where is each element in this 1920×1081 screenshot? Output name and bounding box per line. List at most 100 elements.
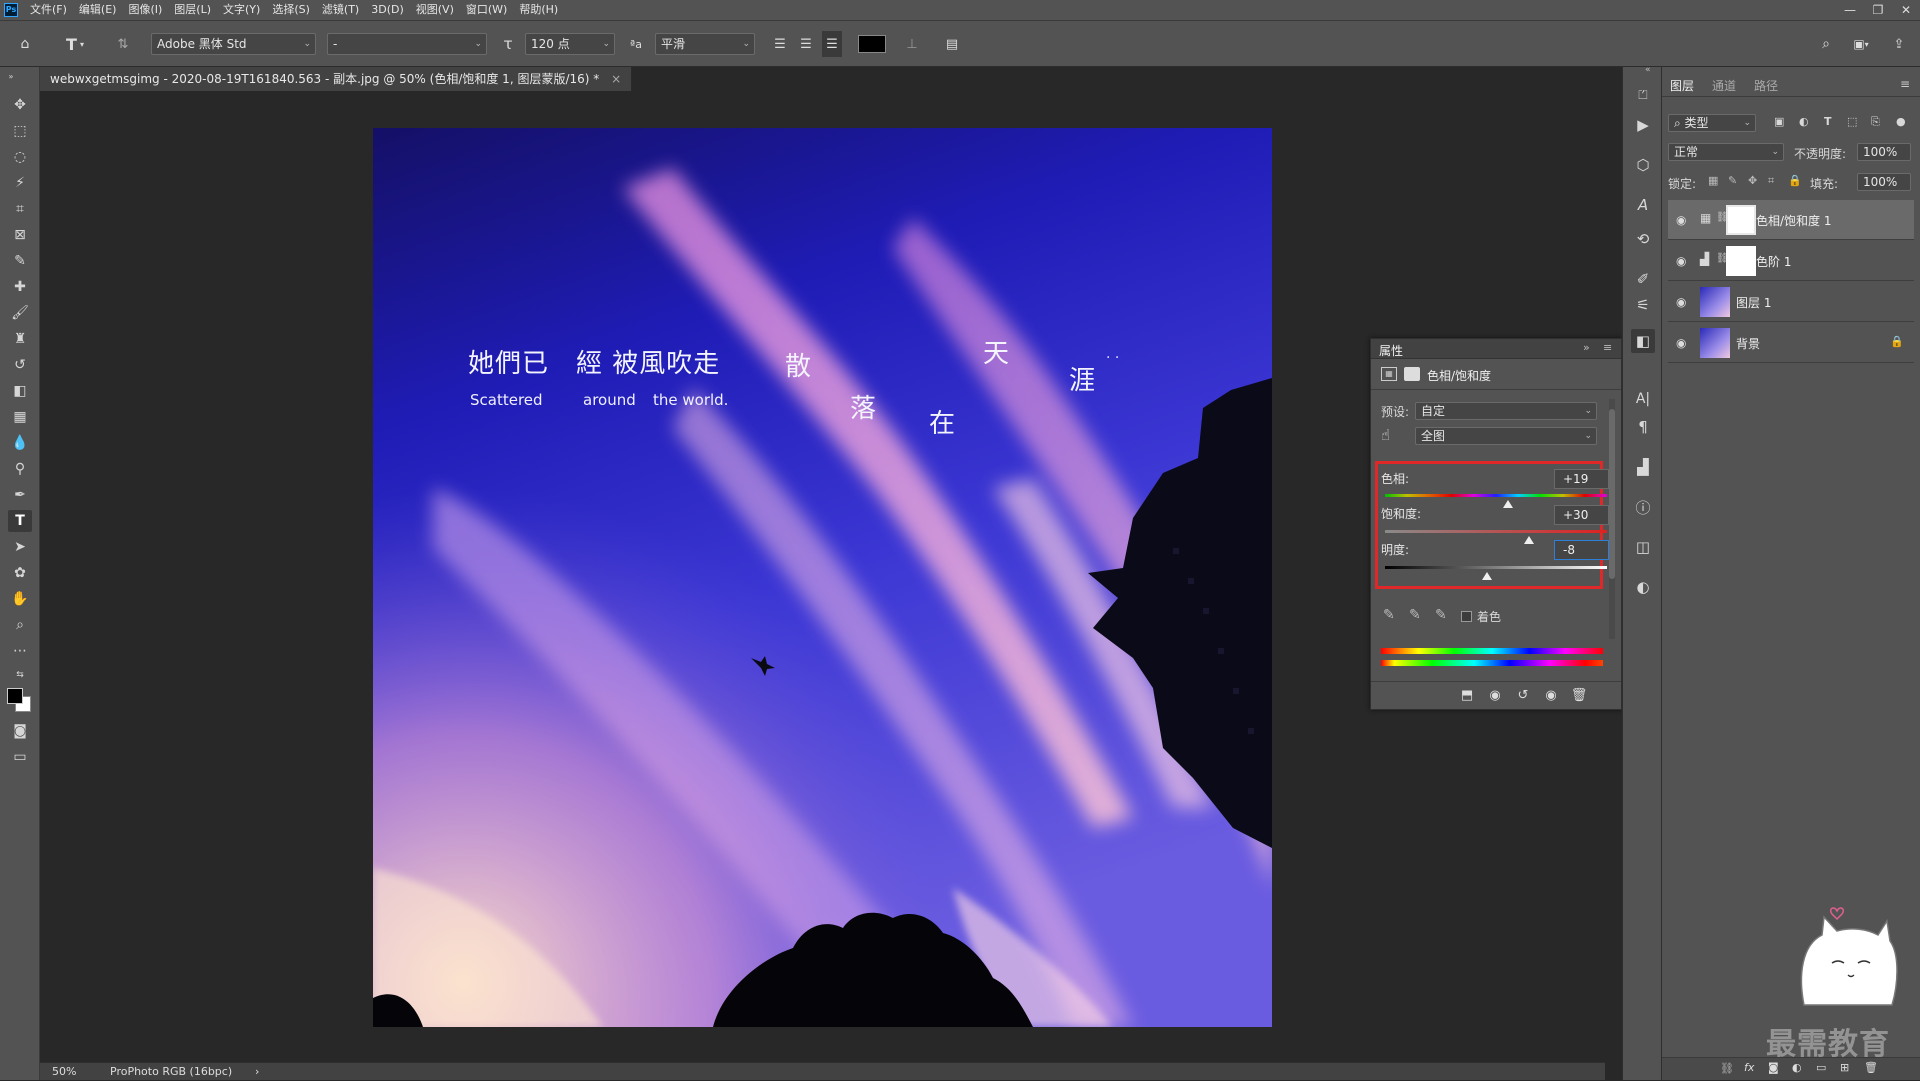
panel-scrollbar[interactable] xyxy=(1609,399,1615,639)
hue-value-field[interactable]: +19 xyxy=(1554,469,1609,489)
workspace-icon[interactable]: ▣ ▾ xyxy=(1846,31,1876,57)
font-style-dropdown[interactable]: - ⌄ xyxy=(327,33,487,55)
layer-name[interactable]: 背景 xyxy=(1736,335,1760,352)
visibility-eye-icon[interactable]: ◉ xyxy=(1676,254,1686,268)
brush-tool-icon[interactable]: 🖌 xyxy=(8,302,32,324)
lightness-slider-thumb[interactable] xyxy=(1482,572,1493,580)
swap-colors-icon[interactable]: ⇆ xyxy=(8,664,32,686)
brush-settings-icon[interactable]: ⚟ xyxy=(1631,293,1655,317)
close-window-button[interactable]: ✕ xyxy=(1892,3,1920,17)
close-tab-icon[interactable]: × xyxy=(611,72,621,86)
lightness-slider-track[interactable] xyxy=(1385,566,1607,569)
menu-filter[interactable]: 滤镜(T) xyxy=(316,0,365,20)
history-brush-tool-icon[interactable]: ↺ xyxy=(8,354,32,376)
menu-layer[interactable]: 图层(L) xyxy=(168,0,217,20)
mask-icon[interactable] xyxy=(1404,367,1420,381)
menu-window[interactable]: 窗口(W) xyxy=(460,0,513,20)
lock-all-icon[interactable]: 🔒 xyxy=(1788,174,1802,187)
view-previous-state-icon[interactable]: ◉ xyxy=(1483,682,1507,708)
screen-mode-icon[interactable]: ▭ xyxy=(8,746,32,768)
menu-select[interactable]: 选择(S) xyxy=(266,0,316,20)
zoom-level[interactable]: 50% xyxy=(52,1063,76,1081)
opacity-field[interactable]: 100% xyxy=(1857,143,1911,161)
menu-image[interactable]: 图像(I) xyxy=(122,0,168,20)
collapse-panel-icon[interactable]: » xyxy=(1583,341,1590,354)
share-icon[interactable]: ⇪ xyxy=(1888,31,1910,57)
crop-tool-icon[interactable]: ⌗ xyxy=(8,198,32,220)
restore-button[interactable]: ❐ xyxy=(1864,3,1892,17)
search-icon[interactable]: ⌕ xyxy=(1815,31,1837,57)
shape-tool-icon[interactable]: ✿ xyxy=(8,562,32,584)
colorize-checkbox[interactable] xyxy=(1461,611,1472,622)
antialias-dropdown[interactable]: 平滑 ⌄ xyxy=(655,33,755,55)
lock-artboard-icon[interactable]: ⌗ xyxy=(1768,174,1774,188)
info-icon[interactable]: ⓘ xyxy=(1631,495,1655,519)
layer-row[interactable]: ◉ 图层 1 xyxy=(1668,282,1914,322)
menu-help[interactable]: 帮助(H) xyxy=(513,0,564,20)
more-tools-icon[interactable]: ⋯ xyxy=(8,640,32,662)
glyphs-icon[interactable]: A xyxy=(1631,193,1655,217)
collapse-panels-icon[interactable]: « xyxy=(1645,65,1651,75)
menu-file[interactable]: 文件(F) xyxy=(24,0,73,20)
layer-thumbnail[interactable] xyxy=(1700,287,1730,317)
menu-3d[interactable]: 3D(D) xyxy=(365,0,410,20)
blend-mode-dropdown[interactable]: 正常 ⌄ xyxy=(1668,143,1784,161)
menu-view[interactable]: 视图(V) xyxy=(410,0,460,20)
visibility-eye-icon[interactable]: ◉ xyxy=(1676,295,1686,309)
brushes-icon[interactable]: ✐ xyxy=(1631,267,1655,291)
panel-menu-icon[interactable]: ≡ xyxy=(1900,77,1910,91)
filter-type-icon[interactable]: T xyxy=(1824,115,1832,128)
character-panel-icon[interactable]: ▤ xyxy=(940,31,964,57)
type-tool-preset-icon[interactable]: T ▾ xyxy=(58,31,92,57)
text-color-swatch[interactable] xyxy=(858,35,886,53)
visibility-eye-icon[interactable]: ◉ xyxy=(1539,682,1563,708)
blur-tool-icon[interactable]: 💧 xyxy=(8,432,32,454)
reset-icon[interactable]: ↺ xyxy=(1511,682,1535,708)
layer-mask-thumbnail[interactable] xyxy=(1726,246,1756,276)
fx-icon[interactable]: fx xyxy=(1744,1061,1754,1074)
hue-saturation-adjustment-icon[interactable]: ▦ xyxy=(1381,367,1397,381)
eyedropper-tool-icon[interactable]: ✎ xyxy=(8,250,32,272)
type-tool-icon[interactable]: T xyxy=(8,510,32,532)
filter-smart-object-icon[interactable]: ⎘ xyxy=(1871,115,1880,129)
zoom-tool-icon[interactable]: ⌕ xyxy=(8,614,32,636)
lock-transparent-icon[interactable]: ▦ xyxy=(1708,174,1718,187)
collapse-toolbar-icon[interactable]: » xyxy=(4,71,18,81)
layer-name[interactable]: 色阶 1 xyxy=(1756,253,1791,270)
clip-to-layer-icon[interactable]: ⬒ xyxy=(1455,682,1479,708)
font-size-dropdown[interactable]: 120 点 ⌄ xyxy=(525,33,615,55)
align-left-icon[interactable]: ☰ xyxy=(770,31,790,57)
preset-dropdown[interactable]: 自定 ⌄ xyxy=(1415,402,1597,420)
quick-mask-icon[interactable]: ◙ xyxy=(8,720,32,742)
saturation-slider-track[interactable] xyxy=(1385,530,1607,533)
magic-wand-tool-icon[interactable]: ⚡ xyxy=(8,172,32,194)
lock-position-icon[interactable]: ✥ xyxy=(1748,174,1757,187)
document-canvas[interactable]: 她們已 經 被風吹走 Scattered around the world. 散… xyxy=(373,128,1272,1027)
align-right-icon[interactable]: ☰ xyxy=(822,31,842,57)
eyedropper-minus-icon[interactable]: ✎ xyxy=(1435,607,1447,623)
text-orientation-icon[interactable]: ⇅ xyxy=(110,31,136,57)
history-panel-icon[interactable]: ⏍ xyxy=(1631,83,1655,107)
layer-thumbnail[interactable] xyxy=(1700,328,1730,358)
lock-image-icon[interactable]: ✎ xyxy=(1728,174,1737,187)
channel-dropdown[interactable]: 全图 ⌄ xyxy=(1415,427,1597,445)
move-tool-icon[interactable]: ✥ xyxy=(8,94,32,116)
layer-filter-dropdown[interactable]: ⌕ 类型 ⌄ xyxy=(1668,114,1756,132)
clone-stamp-tool-icon[interactable]: ♜ xyxy=(8,328,32,350)
tab-paths[interactable]: 路径 xyxy=(1754,77,1778,94)
frame-tool-icon[interactable]: ⊠ xyxy=(8,224,32,246)
tab-layers[interactable]: 图层 xyxy=(1670,77,1694,94)
menu-edit[interactable]: 编辑(E) xyxy=(73,0,123,20)
panel-menu-icon[interactable]: ≡ xyxy=(1603,341,1612,354)
hand-tool-icon[interactable]: ✋ xyxy=(8,588,32,610)
home-icon[interactable]: ⌂ xyxy=(12,31,38,57)
adjustments-icon[interactable]: ◐ xyxy=(1631,575,1655,599)
eraser-tool-icon[interactable]: ◧ xyxy=(8,380,32,402)
lightness-value-field[interactable]: -8 xyxy=(1554,540,1609,560)
filter-toggle-icon[interactable]: ● xyxy=(1896,115,1906,128)
character-panel-side-icon[interactable]: A| xyxy=(1631,387,1655,411)
saturation-value-field[interactable]: +30 xyxy=(1554,505,1609,525)
hue-slider-thumb[interactable] xyxy=(1502,500,1513,508)
marquee-tool-icon[interactable]: ⬚ xyxy=(8,120,32,142)
tab-channels[interactable]: 通道 xyxy=(1712,77,1736,94)
